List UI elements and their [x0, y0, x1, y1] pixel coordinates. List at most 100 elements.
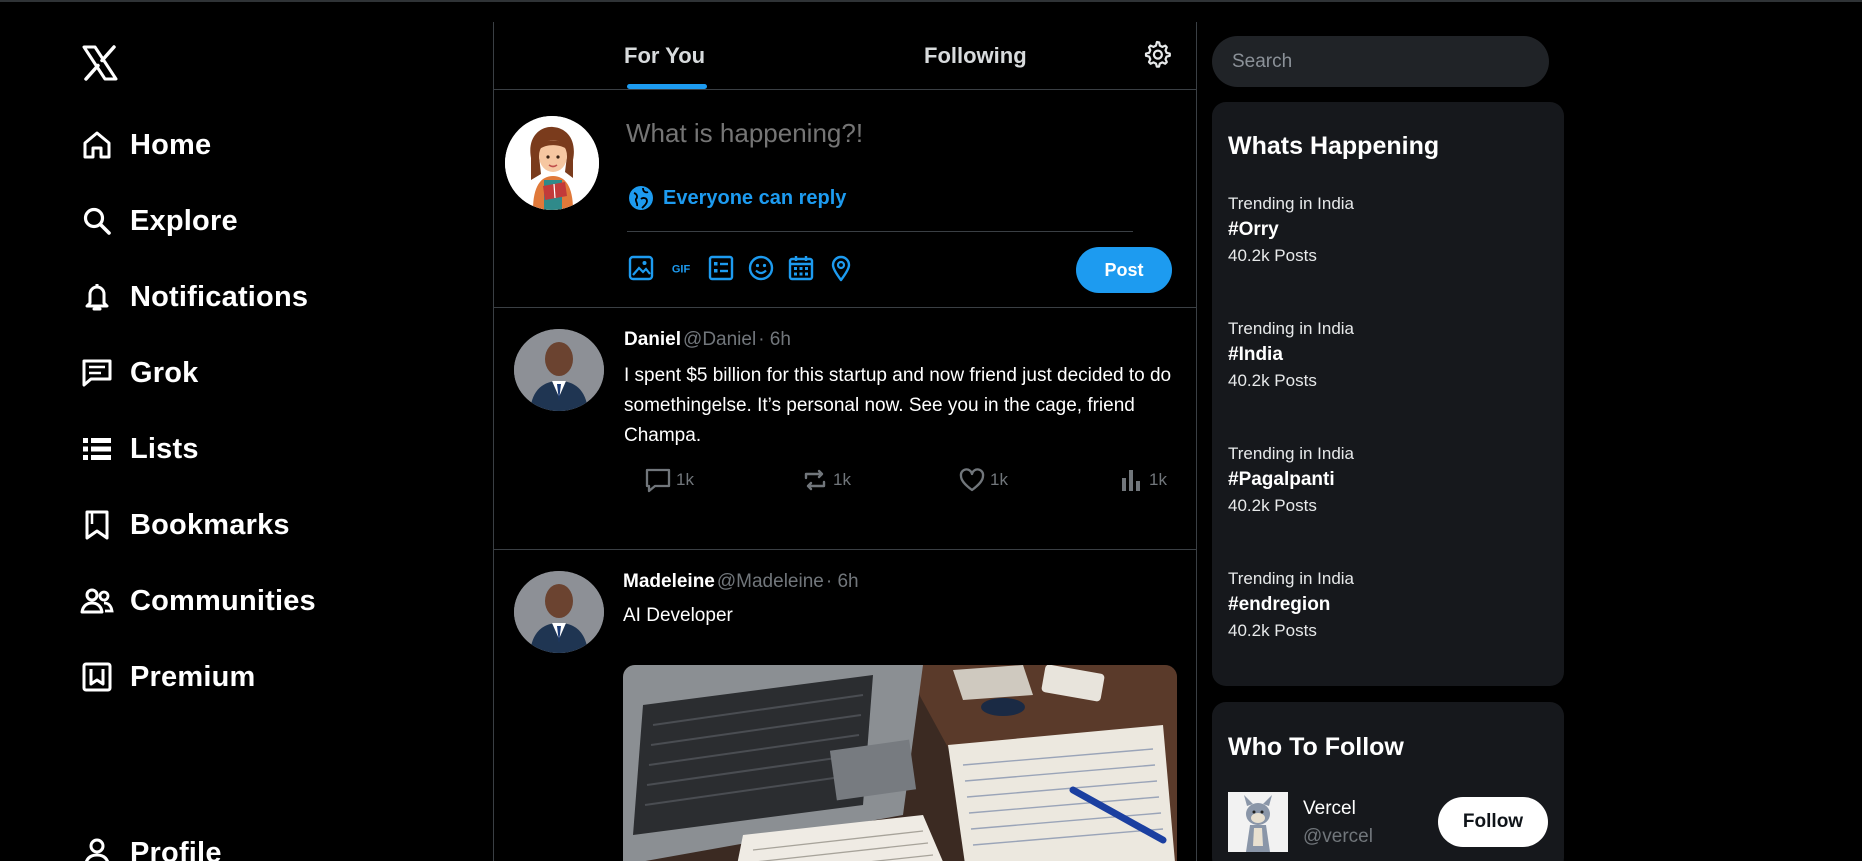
svg-text:GIF: GIF — [672, 264, 691, 276]
trend-tag: #India — [1228, 344, 1283, 365]
post-button[interactable]: Post — [1076, 247, 1172, 293]
nav-home-label: Home — [130, 128, 212, 161]
tab-following[interactable]: Following — [924, 22, 1027, 90]
gif-button[interactable]: GIF — [667, 254, 695, 282]
nav-profile-label: Profile — [130, 836, 222, 861]
bell-icon — [85, 284, 109, 311]
nav-bookmarks[interactable]: Bookmarks — [80, 500, 290, 550]
image-icon — [628, 255, 654, 281]
nav-notifications-label: Notifications — [130, 280, 309, 313]
reply-setting[interactable]: Everyone can reply — [627, 184, 846, 212]
trend-count: 40.2k Posts — [1228, 496, 1317, 515]
emoji-icon — [748, 255, 774, 281]
home-icon — [83, 131, 111, 159]
who-to-follow-panel: Who To Follow Vercel @vercel Follow — [1212, 702, 1564, 861]
gear-icon[interactable] — [1142, 39, 1172, 69]
timeline-tabs: For You Following — [494, 22, 1196, 90]
like-button[interactable]: 1k — [958, 466, 1008, 494]
trend-item[interactable]: Trending in India #endregion 40.2k Posts — [1228, 567, 1548, 642]
reply-button[interactable]: 1k — [644, 466, 694, 494]
trend-item[interactable]: Trending in India #India 40.2k Posts — [1228, 317, 1548, 392]
tweet-header: Daniel @Daniel · 6h — [624, 329, 791, 351]
nav-home[interactable]: Home — [80, 120, 211, 170]
nav-premium[interactable]: Premium — [80, 652, 256, 702]
tweet-time: · 6h — [758, 329, 791, 350]
schedule-button[interactable] — [787, 254, 815, 282]
bookmark-icon — [85, 510, 109, 540]
like-count: 1k — [990, 470, 1008, 489]
author-name[interactable]: Madeleine — [623, 571, 715, 593]
follow-suggestion: Vercel @vercel Follow — [1228, 792, 1548, 854]
search-icon — [83, 207, 111, 235]
tweet[interactable]: Daniel @Daniel · 6h I spent $5 billion f… — [494, 309, 1196, 550]
author-avatar[interactable] — [514, 329, 604, 411]
tweet[interactable]: Madeleine @Madeleine · 6h AI Developer — [494, 551, 1196, 861]
trend-count: 40.2k Posts — [1228, 371, 1317, 390]
suggestion-handle: @vercel — [1303, 826, 1373, 847]
nav-grok[interactable]: Grok — [80, 348, 199, 398]
trend-tag: #Pagalpanti — [1228, 469, 1335, 490]
reply-count: 1k — [676, 470, 694, 489]
post-composer: Everyone can reply GIF — [494, 90, 1196, 308]
nav-explore[interactable]: Explore — [80, 196, 238, 246]
nav-grok-label: Grok — [130, 356, 199, 389]
trend-context: Trending in India — [1228, 444, 1355, 463]
nav-communities-label: Communities — [130, 584, 316, 617]
composer-avatar[interactable] — [505, 116, 599, 210]
location-button[interactable] — [827, 254, 855, 282]
message-icon — [82, 359, 112, 387]
search-input[interactable] — [1212, 36, 1549, 87]
nav-profile[interactable]: Profile — [80, 828, 222, 861]
calendar-icon — [788, 256, 814, 281]
reply-setting-label: Everyone can reply — [663, 186, 847, 209]
globe-icon — [629, 186, 653, 210]
location-icon — [831, 255, 851, 282]
composer-divider — [627, 231, 1133, 232]
views-count: 1k — [1149, 470, 1167, 489]
gif-icon: GIF — [672, 264, 691, 276]
people-icon — [80, 588, 114, 614]
timeline: For You Following What is happening?! Ev… — [493, 22, 1197, 861]
nav-lists[interactable]: Lists — [80, 424, 199, 474]
x-logo-icon[interactable] — [80, 43, 120, 83]
author-handle[interactable]: @Madeleine — [717, 571, 824, 593]
premium-icon — [82, 662, 112, 692]
follow-button[interactable]: Follow — [1438, 797, 1548, 847]
tweet-text: AI Developer — [623, 605, 733, 626]
trend-item[interactable]: Trending in India #Orry 40.2k Posts — [1228, 192, 1548, 267]
author-avatar[interactable] — [514, 571, 604, 653]
nav-premium-label: Premium — [130, 660, 256, 693]
trends-panel: Whats Happening Trending in India #Orry … — [1212, 102, 1564, 686]
who-to-follow-title: Who To Follow — [1228, 733, 1404, 761]
nav-bookmarks-label: Bookmarks — [130, 508, 290, 541]
views-button[interactable]: 1k — [1117, 466, 1167, 494]
tab-for-you[interactable]: For You — [624, 22, 705, 90]
image-button[interactable] — [627, 254, 655, 282]
nav-communities[interactable]: Communities — [80, 576, 316, 626]
trends-title: Whats Happening — [1228, 132, 1440, 160]
tweet-header: Madeleine @Madeleine · 6h — [623, 571, 859, 593]
nav-lists-label: Lists — [130, 432, 199, 465]
emoji-button[interactable] — [747, 254, 775, 282]
trend-count: 40.2k Posts — [1228, 246, 1317, 265]
tweet-actions: 1k 1k 1k 1k — [624, 466, 1184, 498]
suggestion-avatar[interactable] — [1228, 792, 1288, 852]
left-sidebar: Home Explore Notifications Grok Lists Bo… — [0, 2, 494, 861]
trend-context: Trending in India — [1228, 319, 1355, 338]
heart-icon — [959, 468, 985, 492]
author-handle[interactable]: @Daniel — [683, 329, 756, 351]
compose-input[interactable] — [626, 118, 1146, 149]
poll-icon — [708, 255, 734, 281]
author-name[interactable]: Daniel — [624, 329, 681, 351]
nav-explore-label: Explore — [130, 204, 238, 237]
tweet-media-image[interactable] — [623, 665, 1177, 861]
poll-button[interactable] — [707, 254, 735, 282]
repost-icon — [804, 469, 826, 491]
trend-item[interactable]: Trending in India #Pagalpanti 40.2k Post… — [1228, 442, 1548, 517]
repost-button[interactable]: 1k — [801, 466, 851, 494]
nav-notifications[interactable]: Notifications — [80, 272, 308, 322]
repost-count: 1k — [833, 470, 851, 489]
tweet-text: I spent $5 billion for this startup and … — [624, 365, 1172, 446]
trend-tag: #endregion — [1228, 594, 1331, 615]
suggestion-name[interactable]: Vercel — [1303, 798, 1356, 820]
